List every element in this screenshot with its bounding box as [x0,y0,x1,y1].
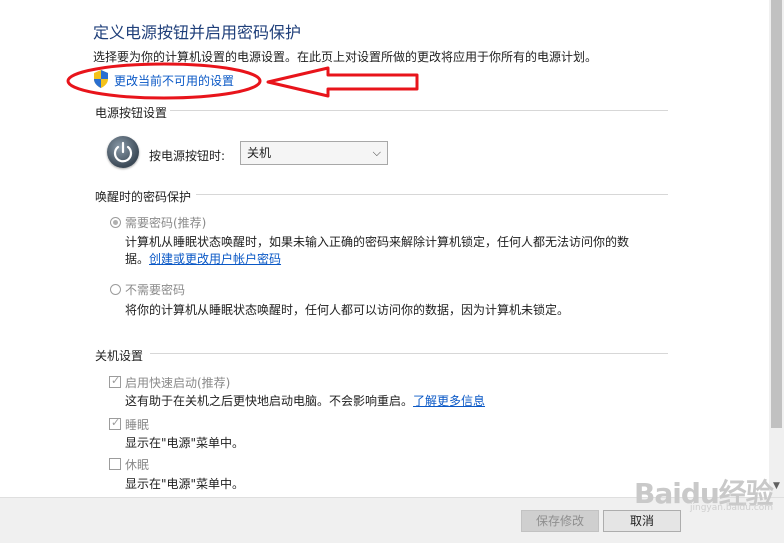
cancel-button[interactable]: 取消 [603,510,681,532]
annotation-highlight [66,62,419,100]
require-password-radio[interactable] [110,217,121,228]
no-password-desc: 将你的计算机从睡眠状态唤醒时，任何人都可以访问你的数据，因为计算机未锁定。 [125,303,570,317]
no-password-label: 不需要密码 [125,283,186,297]
require-password-desc-2: 据。创建或更改用户帐户密码 [125,250,281,267]
learn-more-link[interactable]: 了解更多信息 [413,394,485,408]
save-changes-button[interactable]: 保存修改 [521,510,599,532]
fast-startup-label: 启用快速启动(推荐) [125,376,231,390]
power-button-action-label: 按电源按钮时: [149,149,226,163]
sleep-checkbox[interactable] [109,416,121,430]
power-button-action-select[interactable]: 关机 ⌵ [240,141,388,165]
power-button-section-title: 电源按钮设置 [95,106,168,120]
page-title: 定义电源按钮并启用密码保护 [93,23,302,42]
chevron-down-icon: ⌵ [372,146,381,159]
shutdown-section-title: 关机设置 [95,349,144,363]
create-change-password-link[interactable]: 创建或更改用户帐户密码 [149,252,281,266]
hibernate-desc: 显示在"电源"菜单中。 [125,477,245,491]
require-password-desc: 计算机从睡眠状态唤醒时，如果未输入正确的密码来解除计算机锁定，任何人都无法访问你… [125,235,630,249]
require-password-desc-prefix: 据。 [125,252,150,266]
fast-startup-desc: 这有助于在关机之后更快地启动电脑。不会影响重启。了解更多信息 [125,392,485,409]
scrollbar-thumb[interactable] [771,0,782,428]
hibernate-checkbox[interactable] [109,458,121,470]
power-button-action-value: 关机 [247,146,272,160]
section-divider [196,194,668,195]
fast-startup-checkbox[interactable] [109,374,121,388]
require-password-label: 需要密码(推荐) [125,216,207,230]
baidu-watermark-url: jingyan.baidu.com [690,503,774,513]
sleep-label: 睡眠 [125,418,150,432]
power-icon [107,136,139,168]
section-divider [170,110,668,111]
fast-startup-desc-text: 这有助于在关机之后更快地启动电脑。不会影响重启。 [125,394,414,408]
hibernate-label: 休眠 [125,458,150,472]
password-section-title: 唤醒时的密码保护 [95,190,192,204]
no-password-radio[interactable] [110,284,121,295]
sleep-desc: 显示在"电源"菜单中。 [125,436,245,450]
section-divider [150,353,668,354]
